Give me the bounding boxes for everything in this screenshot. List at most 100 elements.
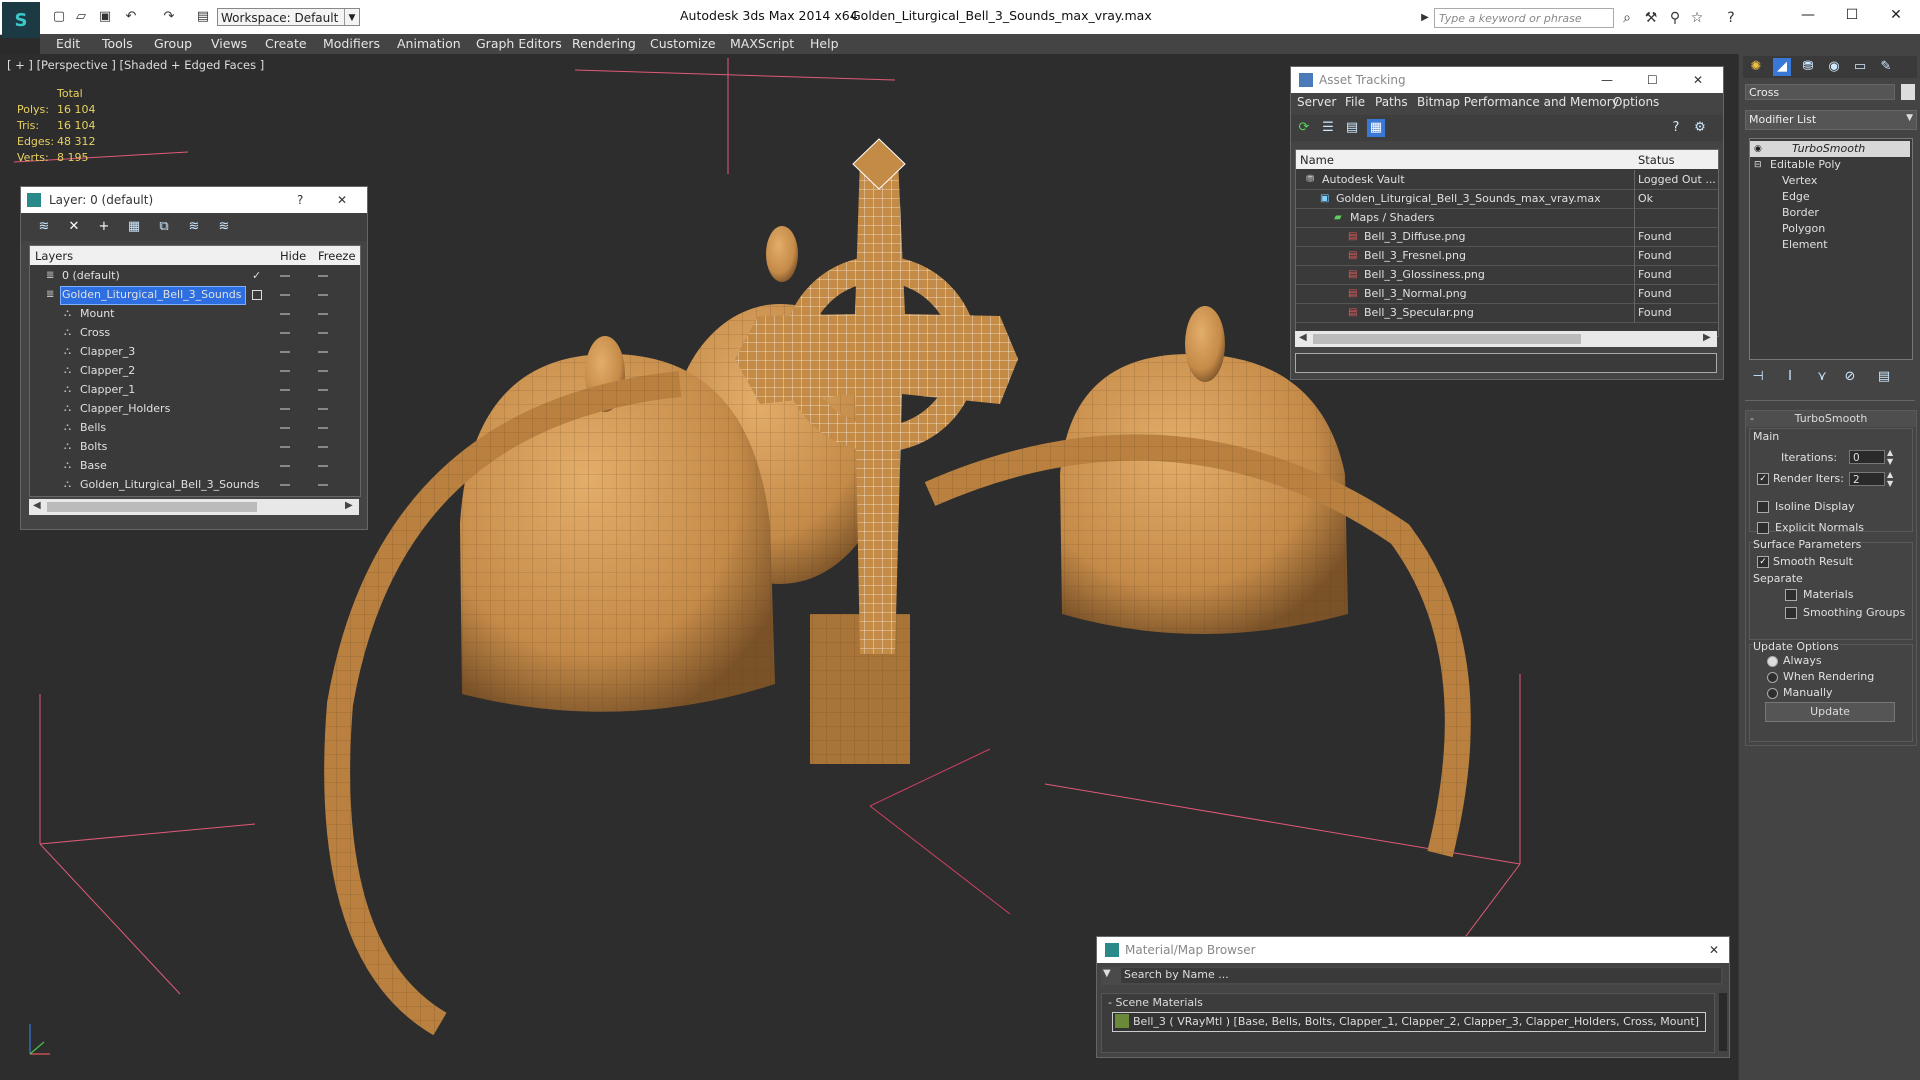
hide-toggle[interactable] xyxy=(280,446,290,448)
hide-toggle[interactable] xyxy=(280,332,290,334)
asset-menu-bitmap-performance[interactable]: Bitmap Performance and Memory xyxy=(1417,95,1619,109)
close-icon[interactable]: ✕ xyxy=(1693,67,1703,93)
when-rendering-radio[interactable] xyxy=(1767,672,1778,683)
menu-create[interactable]: Create xyxy=(265,36,307,51)
layer-row[interactable]: ≣ 0 (default) ✓ xyxy=(30,266,360,285)
open-file-icon[interactable]: ▱ xyxy=(72,9,90,25)
hide-toggle[interactable] xyxy=(280,275,290,277)
refresh-icon[interactable]: ⟳ xyxy=(1295,119,1313,137)
asset-row[interactable]: ▤ Bell_3_Specular.png Found xyxy=(1296,303,1718,323)
menu-animation[interactable]: Animation xyxy=(397,36,461,51)
pin-stack-icon[interactable]: ⊣ xyxy=(1749,368,1767,386)
close-icon[interactable]: ✕ xyxy=(1709,937,1719,963)
asset-menu-file[interactable]: File xyxy=(1345,95,1365,109)
material-vertical-scrollbar[interactable] xyxy=(1719,993,1727,1051)
table-view-icon[interactable]: ▦ xyxy=(1367,119,1385,137)
menu-edit[interactable]: Edit xyxy=(56,36,80,51)
tools-icon[interactable]: ⚒ xyxy=(1642,9,1660,27)
layer-help-button[interactable]: ? xyxy=(297,187,303,213)
close-icon[interactable]: ✕ xyxy=(337,187,347,213)
manually-radio[interactable] xyxy=(1767,688,1778,699)
layer-horizontal-scrollbar[interactable]: ◀ ▶ xyxy=(29,499,359,515)
modifier-stack-item[interactable]: Polygon xyxy=(1750,221,1910,237)
menu-rendering[interactable]: Rendering xyxy=(572,36,636,51)
menu-modifiers[interactable]: Modifiers xyxy=(323,36,380,51)
hide-toggle[interactable] xyxy=(280,351,290,353)
list-view-icon[interactable]: ☰ xyxy=(1319,119,1337,137)
hide-column-header[interactable]: Hide xyxy=(280,249,306,263)
asset-row[interactable]: ▰ Maps / Shaders xyxy=(1296,208,1718,228)
menu-group[interactable]: Group xyxy=(154,36,192,51)
hide-toggle[interactable] xyxy=(280,484,290,486)
minimize-icon[interactable]: — xyxy=(1788,4,1828,26)
asset-menu-paths[interactable]: Paths xyxy=(1375,95,1408,109)
asset-row[interactable]: ▤ Bell_3_Glossiness.png Found xyxy=(1296,265,1718,285)
undo-icon[interactable]: ↶ xyxy=(122,9,140,25)
asset-panel-title-bar[interactable]: Asset Tracking — ☐ ✕ xyxy=(1291,67,1723,93)
chevron-right-icon[interactable]: ▶ xyxy=(1703,332,1711,343)
asset-row[interactable]: ▤ Bell_3_Normal.png Found xyxy=(1296,284,1718,304)
menu-tools[interactable]: Tools xyxy=(102,36,133,51)
hide-toggle[interactable] xyxy=(280,370,290,372)
scene-materials-label[interactable]: - Scene Materials xyxy=(1108,996,1203,1009)
add-to-layer-box[interactable] xyxy=(252,290,262,300)
smooth-result-checkbox[interactable]: ✓ xyxy=(1757,556,1769,568)
settings-icon[interactable]: ⚙ xyxy=(1691,119,1709,137)
redo-icon[interactable]: ↷ xyxy=(160,9,178,25)
materials-checkbox[interactable] xyxy=(1785,589,1797,601)
select-objects-icon[interactable]: ▦ xyxy=(125,218,143,236)
layer-row[interactable]: ⛬ Bells xyxy=(30,418,360,437)
layer-row[interactable]: ⛬ Mount xyxy=(30,304,360,323)
name-column-header[interactable]: Name xyxy=(1300,153,1334,167)
menu-maxscript[interactable]: MAXScript xyxy=(730,36,794,51)
favorites-star-icon[interactable]: ☆ xyxy=(1688,9,1706,27)
create-tab-icon[interactable]: ✺ xyxy=(1747,58,1765,76)
material-item[interactable]: Bell_3 ( VRayMtl ) [Base, Bells, Bolts, … xyxy=(1112,1012,1706,1032)
binoculars-icon[interactable]: ⌕ xyxy=(1618,9,1636,27)
detail-view-icon[interactable]: ▤ xyxy=(1343,119,1361,137)
utilities-tab-icon[interactable]: ✎ xyxy=(1877,58,1895,76)
layer-row[interactable]: ⛬ Bolts xyxy=(30,437,360,456)
remove-modifier-icon[interactable]: ⊘ xyxy=(1841,368,1859,386)
asset-row[interactable]: ⛃ Autodesk Vault Logged Out ... xyxy=(1296,170,1718,190)
render-iters-spinner[interactable]: 2 xyxy=(1849,472,1885,486)
freeze-toggle[interactable] xyxy=(318,465,328,467)
hide-toggle[interactable] xyxy=(280,313,290,315)
freeze-toggle[interactable] xyxy=(318,484,328,486)
menu-views[interactable]: Views xyxy=(211,36,247,51)
freeze-toggle[interactable] xyxy=(318,313,328,315)
project-folder-icon[interactable]: ▤ xyxy=(194,9,212,25)
object-color-swatch[interactable] xyxy=(1901,84,1915,100)
hide-toggle[interactable] xyxy=(280,408,290,410)
hide-toggle[interactable] xyxy=(280,465,290,467)
scroll-thumb[interactable] xyxy=(1313,334,1581,344)
freeze-toggle[interactable] xyxy=(318,351,328,353)
freeze-all-icon[interactable]: ≋ xyxy=(215,218,233,236)
layer-panel-title-bar[interactable]: Layer: 0 (default) ? ✕ xyxy=(21,187,367,213)
layer-row[interactable]: ⛬ Clapper_Holders xyxy=(30,399,360,418)
app-logo-icon[interactable]: S xyxy=(2,2,40,38)
asset-menu-server[interactable]: Server xyxy=(1297,95,1336,109)
hierarchy-tab-icon[interactable]: ⛃ xyxy=(1799,58,1817,76)
asset-horizontal-scrollbar[interactable]: ◀ ▶ xyxy=(1295,331,1717,347)
layer-row[interactable]: ⛬ Golden_Liturgical_Bell_3_Sounds xyxy=(30,475,360,494)
material-search-input[interactable]: Search by Name ... xyxy=(1121,968,1721,983)
active-layer-check-icon[interactable]: ✓ xyxy=(252,266,261,285)
object-name-field[interactable]: Cross xyxy=(1745,84,1895,100)
hide-all-icon[interactable]: ≋ xyxy=(185,218,203,236)
status-column-header[interactable]: Status xyxy=(1638,153,1675,167)
update-button[interactable]: Update xyxy=(1765,702,1895,722)
freeze-toggle[interactable] xyxy=(318,389,328,391)
chevron-left-icon[interactable]: ◀ xyxy=(1299,332,1307,343)
asset-row[interactable]: ▣ Golden_Liturgical_Bell_3_Sounds_max_vra… xyxy=(1296,189,1718,209)
asset-path-field[interactable] xyxy=(1295,353,1717,373)
modifier-stack-item[interactable]: Edge xyxy=(1750,189,1910,205)
isoline-display-checkbox[interactable] xyxy=(1757,501,1769,513)
make-unique-icon[interactable]: ⋎ xyxy=(1813,368,1831,386)
turbosmooth-rollout-title[interactable]: TurboSmooth xyxy=(1746,411,1916,427)
always-radio[interactable] xyxy=(1767,656,1778,667)
chevron-left-icon[interactable]: ◀ xyxy=(33,500,41,511)
freeze-toggle[interactable] xyxy=(318,275,328,277)
freeze-toggle[interactable] xyxy=(318,427,328,429)
configure-modifier-sets-icon[interactable]: ▤ xyxy=(1875,368,1893,386)
